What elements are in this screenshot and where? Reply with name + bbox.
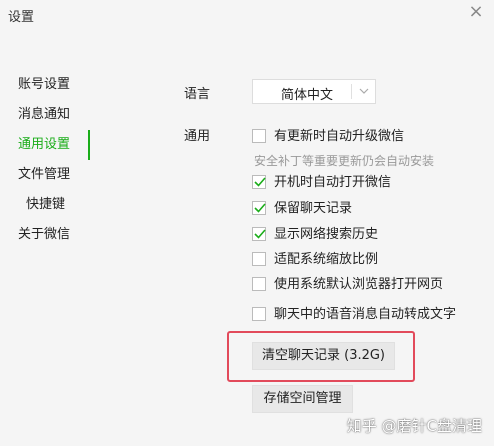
checkmark-icon [254, 229, 266, 239]
watermark: 知乎 @磨针C盘清理 [346, 417, 482, 435]
checkbox[interactable] [252, 129, 266, 143]
option-label: 使用系统默认浏览器打开网页 [274, 277, 444, 292]
chevron-down-icon [356, 82, 372, 100]
select-divider [351, 84, 352, 99]
language-label: 语言 [184, 87, 211, 102]
option-label: 聊天中的语音消息自动转成文字 [274, 307, 457, 322]
checkbox-checked[interactable] [252, 201, 266, 215]
option-label: 保留聊天记录 [274, 201, 353, 216]
checkbox[interactable] [252, 252, 266, 266]
checkbox[interactable] [252, 307, 266, 321]
option-label: 有更新时自动升级微信 [274, 129, 405, 144]
general-label: 通用 [184, 129, 211, 144]
checkmark-icon [254, 203, 266, 213]
checkbox[interactable] [252, 277, 266, 291]
option-label: 适配系统缩放比例 [274, 252, 379, 267]
language-select[interactable]: 简体中文 [252, 79, 376, 104]
option-label: 开机时自动打开微信 [274, 175, 392, 190]
language-select-value: 简体中文 [281, 88, 334, 103]
general-settings-panel: 语言 简体中文 通用 有更新时自动升级微信 安全补丁等重要更新仍会自动安装 开机… [0, 0, 494, 446]
checkmark-icon [254, 177, 266, 187]
storage-management-button[interactable]: 存储空间管理 [252, 385, 353, 413]
option-label: 显示网络搜索历史 [274, 227, 379, 242]
checkbox-checked[interactable] [252, 227, 266, 241]
update-hint: 安全补丁等重要更新仍会自动安装 [254, 154, 435, 168]
checkbox-checked[interactable] [252, 175, 266, 189]
clear-chat-history-button[interactable]: 清空聊天记录 (3.2G) [252, 342, 395, 370]
